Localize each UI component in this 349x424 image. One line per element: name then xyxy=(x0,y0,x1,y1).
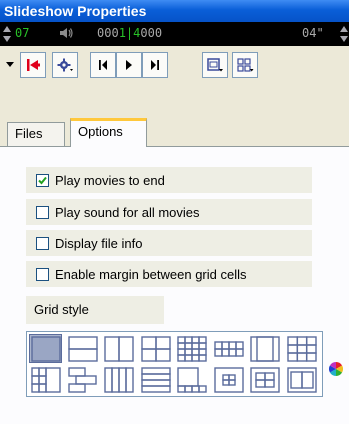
counter-prefix: 000 xyxy=(97,26,119,40)
toolbar xyxy=(0,46,349,86)
option-enable-margin-between-grid-cells[interactable]: Enable margin between grid cells xyxy=(26,261,312,287)
settings-gear-icon xyxy=(56,57,74,73)
grid-style-quad-icon xyxy=(140,336,171,362)
play-icon xyxy=(122,58,136,72)
grid-view-icon xyxy=(236,57,254,73)
option-label: Play movies to end xyxy=(55,172,165,188)
grid-view-button[interactable] xyxy=(232,52,258,78)
counter-suffix: 000 xyxy=(140,26,163,40)
grid-style-single-icon xyxy=(31,336,61,362)
grid-style-grid-4x4-icon xyxy=(177,336,207,362)
grid-style-two-rows-icon xyxy=(67,336,98,362)
option-label: Enable margin between grid cells xyxy=(55,266,247,282)
grid-style-two-columns-icon xyxy=(104,336,134,362)
grid-style-quad[interactable] xyxy=(138,334,172,363)
grid-style-center-large-icon xyxy=(250,336,280,362)
duration-readout: 04" xyxy=(302,26,324,40)
tab-options[interactable]: Options xyxy=(70,118,147,147)
window-title: Slideshow Properties xyxy=(0,0,349,22)
grid-style-small-grid-icon xyxy=(213,341,244,357)
grid-style-center-large[interactable] xyxy=(248,334,281,363)
slide-spinner-left[interactable] xyxy=(2,24,12,44)
checkbox-play-movies-to-end[interactable] xyxy=(36,173,49,187)
play-button[interactable] xyxy=(116,52,142,78)
next-slide-icon xyxy=(148,58,162,72)
grid-style-tile-corner[interactable] xyxy=(175,365,208,394)
go-to-first-button[interactable] xyxy=(20,52,46,78)
dropdown-caret-icon[interactable] xyxy=(4,58,16,73)
option-label: Display file info xyxy=(55,235,143,251)
grid-style-pair-grid[interactable] xyxy=(248,365,281,394)
previous-slide-button[interactable] xyxy=(90,52,116,78)
slide-number: 07 xyxy=(15,26,30,40)
grid-style-two-rows[interactable] xyxy=(65,334,99,363)
option-play-sound-for-all-movies[interactable]: Play sound for all movies xyxy=(26,199,312,225)
grid-style-single[interactable] xyxy=(29,334,62,363)
tab-strip: Files Options xyxy=(0,118,349,147)
checkbox-play-sound-for-all-movies[interactable] xyxy=(36,205,49,219)
grid-style-grid-left-stack[interactable] xyxy=(29,365,62,394)
duration-spinner-right[interactable] xyxy=(339,24,349,44)
status-display: 07 0001|4000 04" xyxy=(0,22,349,46)
grid-style-grid-3x3[interactable] xyxy=(284,334,318,363)
option-display-file-info[interactable]: Display file info xyxy=(26,230,312,256)
grid-style-pair-columns[interactable] xyxy=(284,365,318,394)
grid-style-picker xyxy=(26,331,323,397)
grid-style-stair[interactable] xyxy=(65,365,99,394)
previous-slide-icon xyxy=(96,58,110,72)
speaker-icon[interactable] xyxy=(58,25,74,44)
slideshow-properties-panel: Slideshow Properties 07 0001|4000 04" Fi… xyxy=(0,0,349,424)
checkmark-icon xyxy=(38,176,47,184)
checkbox-enable-margin-between-grid-cells[interactable] xyxy=(36,267,49,281)
next-slide-button[interactable] xyxy=(142,52,168,78)
single-view-icon xyxy=(206,57,224,73)
grid-style-four-columns[interactable] xyxy=(102,365,135,394)
grid-style-tile-corner-icon xyxy=(177,367,207,393)
single-view-button[interactable] xyxy=(202,52,228,78)
grid-style-label: Grid style xyxy=(26,296,164,324)
go-to-first-icon xyxy=(24,57,42,73)
settings-button[interactable] xyxy=(52,52,78,78)
counter-current: 1|4 xyxy=(118,26,141,40)
grid-style-four-columns-icon xyxy=(104,367,134,393)
grid-style-grid-4x4[interactable] xyxy=(175,334,208,363)
grid-style-stair-icon xyxy=(67,367,97,393)
grid-style-center-small-grid-icon xyxy=(213,367,244,393)
grid-style-pair-columns-icon xyxy=(286,367,317,393)
frame-counter: 0001|4000 xyxy=(97,26,162,40)
option-play-movies-to-end[interactable]: Play movies to end xyxy=(26,167,312,193)
grid-style-four-rows-icon xyxy=(140,367,171,393)
grid-style-center-small-grid[interactable] xyxy=(211,365,245,394)
grid-style-grid-3x3-icon xyxy=(286,336,317,362)
grid-style-small-grid[interactable] xyxy=(211,334,245,363)
color-wheel-icon[interactable] xyxy=(329,362,343,379)
grid-style-four-rows[interactable] xyxy=(138,365,172,394)
grid-style-two-columns[interactable] xyxy=(102,334,135,363)
grid-style-grid-left-stack-icon xyxy=(31,367,61,393)
checkbox-display-file-info[interactable] xyxy=(36,236,49,250)
grid-style-pair-grid-icon xyxy=(250,367,280,393)
option-label: Play sound for all movies xyxy=(55,204,200,220)
tab-files[interactable]: Files xyxy=(7,122,65,146)
